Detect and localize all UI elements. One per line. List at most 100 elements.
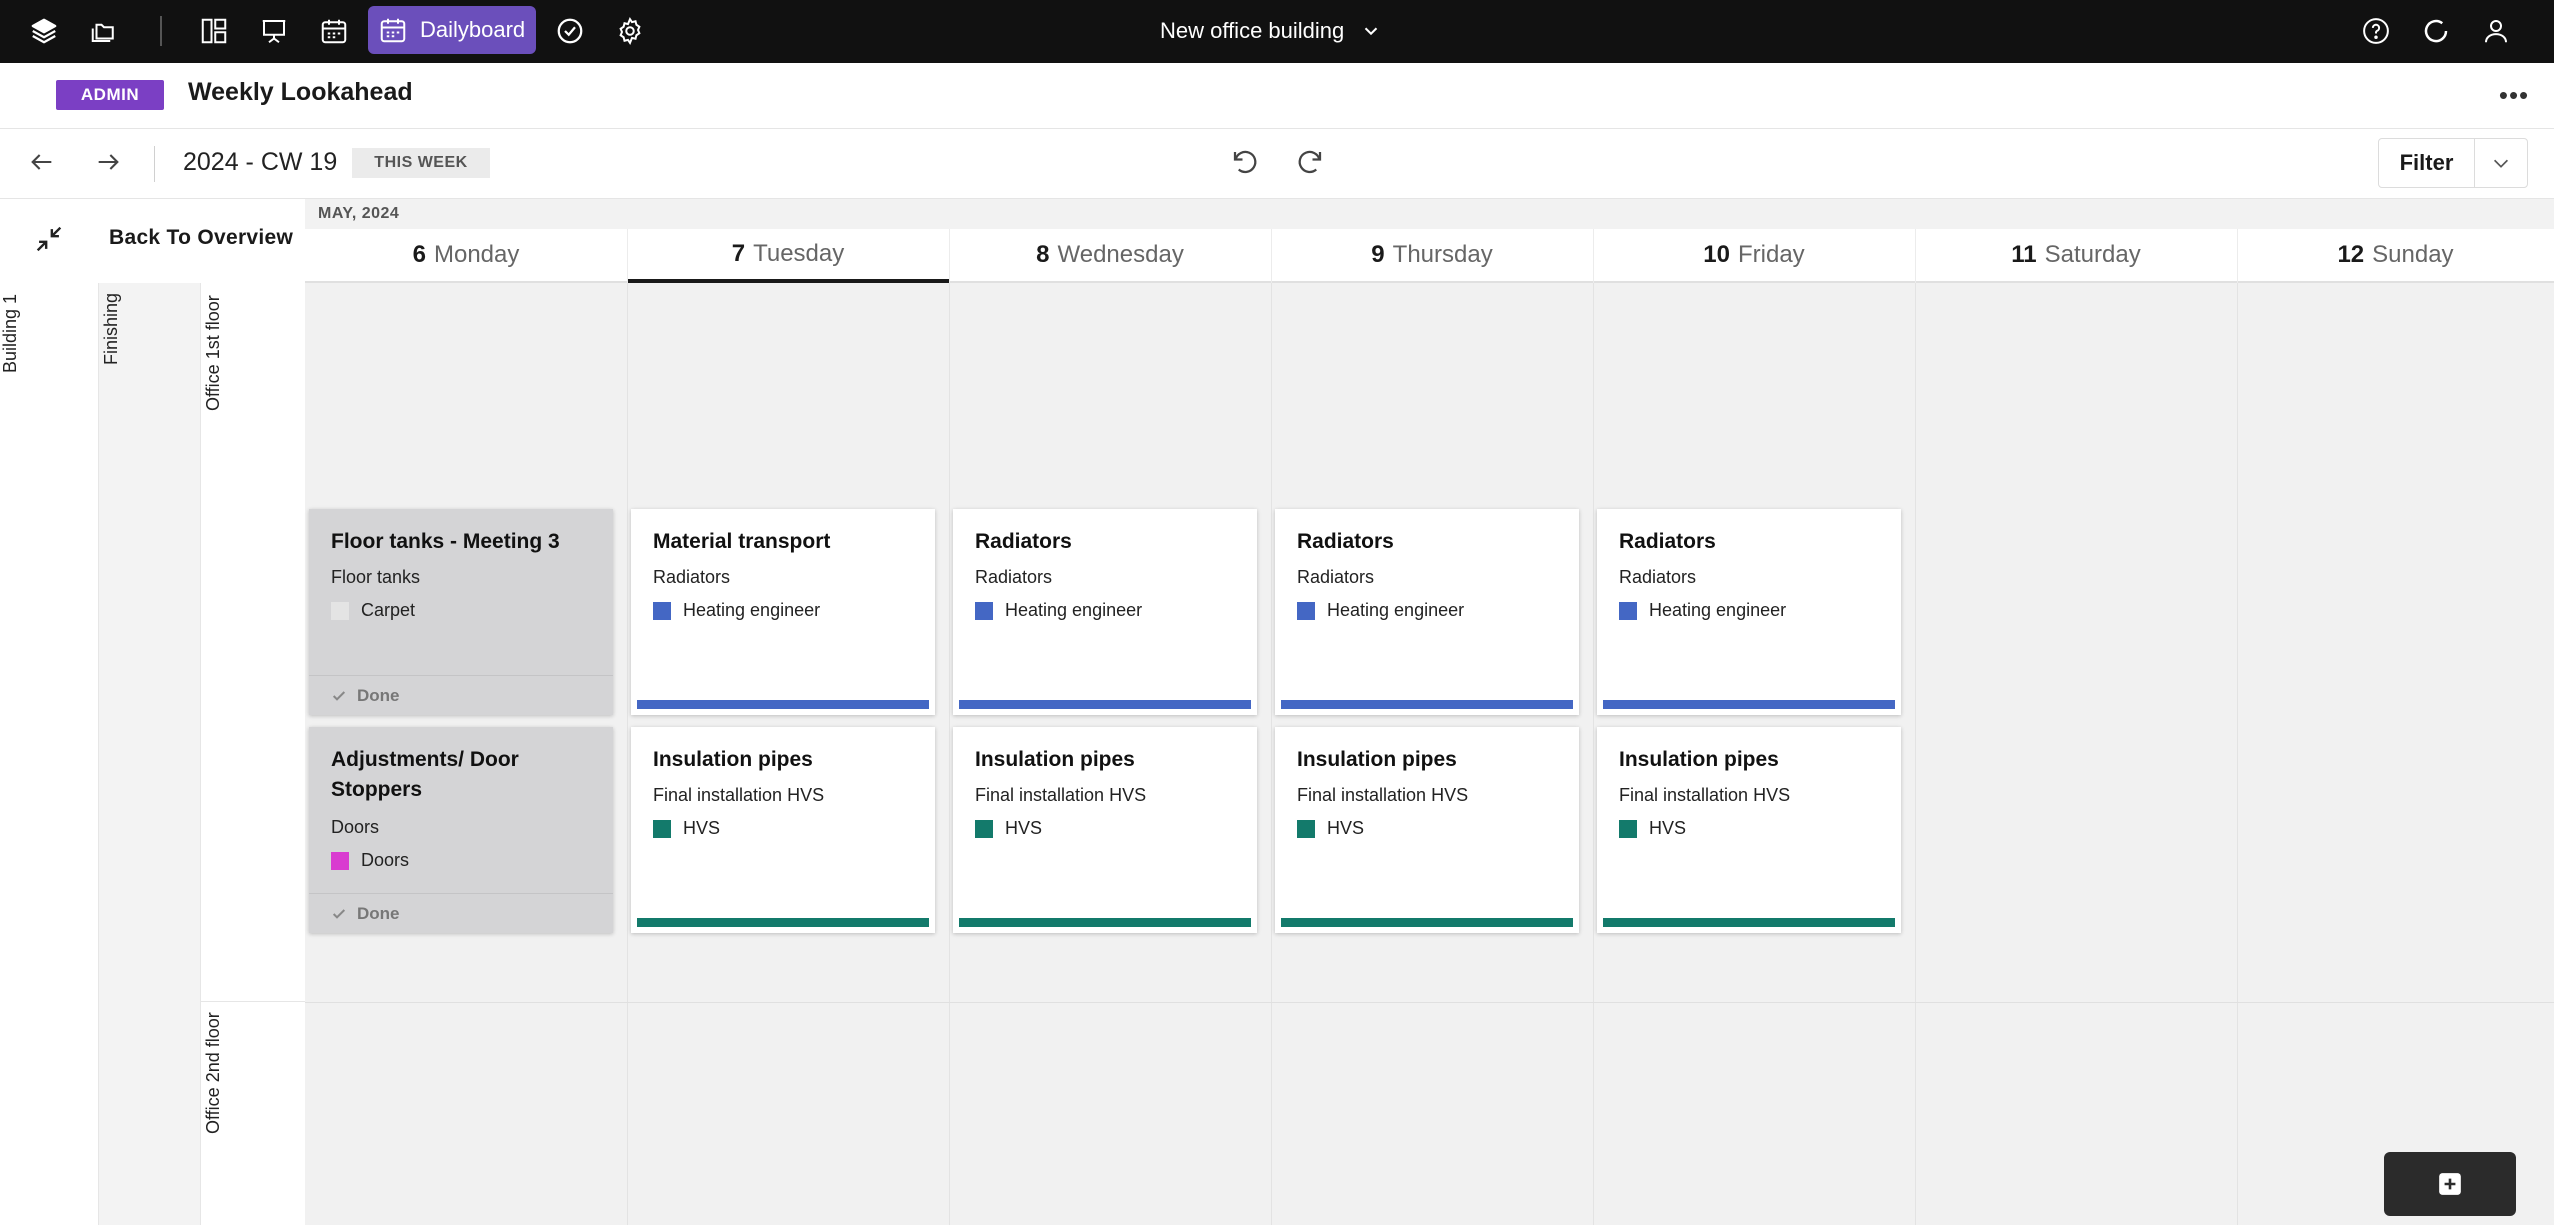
month-strip (305, 199, 2554, 229)
lane-floor-1: Office 1st floor (201, 283, 305, 1002)
trade-label: HVS (1005, 818, 1043, 838)
task-title: Insulation pipes (1297, 748, 1457, 771)
check-icon (332, 908, 346, 919)
task-title: Adjustments/ Door Stoppers (331, 748, 519, 801)
task-activity: Floor tanks (331, 567, 421, 587)
task-card[interactable]: Insulation pipes Final installation HVS HV… (631, 727, 935, 933)
task-activity: Radiators (653, 567, 731, 587)
day-header-thursday[interactable]: 9 Thursday (1271, 229, 1593, 283)
top-navigation-bar: Dailyboard New office building (0, 0, 2554, 63)
collapse-icon[interactable] (32, 222, 66, 256)
task-activity: Final installation HVS (653, 785, 825, 805)
trade-color-bar (959, 700, 1251, 709)
task-card[interactable]: Insulation pipes Final installation HVS HV… (953, 727, 1257, 933)
trade-color-swatch (1297, 601, 1315, 620)
task-card[interactable]: Adjustments/ Door Stoppers Doors Doors Done (309, 727, 613, 933)
filter-control[interactable]: Filter (2378, 138, 2528, 188)
plus-square-icon (2439, 1173, 2461, 1195)
help-icon[interactable] (2358, 13, 2394, 49)
day-name: Wednesday (1057, 241, 1184, 268)
status-label: Done (357, 903, 400, 923)
previous-week-button[interactable] (22, 142, 62, 182)
task-card[interactable]: Floor tanks - Meeting 3 Floor tanks Carpet… (309, 509, 613, 715)
presentation-icon[interactable] (256, 13, 292, 49)
task-card[interactable]: Insulation pipes Final installation HVS HV… (1597, 727, 1901, 933)
task-title: Radiators (1619, 530, 1716, 553)
day-name: Friday (1738, 241, 1805, 268)
task-activity: Radiators (975, 567, 1053, 587)
task-trade: Carpet (331, 600, 415, 621)
task-card[interactable]: Radiators Radiators Heating engineer (1275, 509, 1579, 715)
day-header-sunday[interactable]: 12 Sunday (2237, 229, 2554, 283)
more-options-icon[interactable]: ••• (2496, 80, 2532, 110)
check-icon (332, 690, 346, 701)
next-week-button[interactable] (88, 142, 128, 182)
trade-label: HVS (1649, 818, 1687, 838)
month-label: MAY, 2024 (318, 205, 400, 222)
gear-icon[interactable] (612, 13, 648, 49)
dailyboard-button[interactable]: Dailyboard (368, 6, 536, 54)
day-number: 9 (1371, 241, 1385, 268)
day-column-divider (2237, 283, 2238, 1225)
task-card[interactable]: Radiators Radiators Heating engineer (1597, 509, 1901, 715)
calendar-week-label: 2024 - CW 19 (183, 148, 338, 176)
task-trade: Doors (331, 850, 409, 871)
day-name: Thursday (1392, 241, 1493, 268)
project-name: New office building (1160, 18, 1345, 43)
task-trade: Heating engineer (653, 600, 820, 621)
dailyboard-label: Dailyboard (420, 17, 526, 42)
task-card[interactable]: Radiators Radiators Heating engineer (953, 509, 1257, 715)
trade-label: Heating engineer (1005, 600, 1143, 620)
project-selector[interactable]: New office building (1160, 16, 1382, 46)
trade-color-bar (637, 700, 929, 709)
folders-icon[interactable] (86, 13, 122, 49)
toolbar-divider (154, 146, 155, 182)
trade-color-swatch (653, 601, 671, 620)
redo-button[interactable] (1290, 142, 1330, 182)
filter-dropdown-toggle[interactable] (2475, 139, 2527, 187)
day-number: 12 (2337, 241, 2365, 268)
back-to-overview-link[interactable]: Back To Overview (109, 226, 293, 250)
task-trade: HVS (1297, 818, 1364, 839)
layers-icon[interactable] (26, 13, 62, 49)
day-number: 8 (1036, 241, 1050, 268)
this-week-button[interactable]: THIS WEEK (352, 148, 490, 178)
task-activity: Final installation HVS (1297, 785, 1469, 805)
chevron-down-icon (1365, 27, 1378, 36)
calendar-icon[interactable] (316, 13, 352, 49)
task-card[interactable]: Material transport Radiators Heating engin… (631, 509, 935, 715)
day-column-divider (949, 283, 950, 1225)
page-title: Weekly Lookahead (188, 78, 413, 106)
day-number: 10 (1703, 241, 1730, 268)
trade-color-swatch (1619, 601, 1637, 620)
task-activity: Radiators (1297, 567, 1375, 587)
day-header-divider (2237, 229, 2238, 283)
add-task-button[interactable] (2384, 1152, 2516, 1216)
filter-button[interactable]: Filter (2379, 139, 2475, 187)
task-title: Floor tanks - Meeting 3 (331, 530, 560, 553)
day-header-saturday[interactable]: 11 Saturday (1915, 229, 2237, 283)
task-trade: Heating engineer (1297, 600, 1464, 621)
day-header-monday[interactable]: 6 Monday (305, 229, 627, 283)
undo-button[interactable] (1225, 142, 1265, 182)
phase-label: Finishing (101, 292, 121, 365)
task-title: Insulation pipes (1619, 748, 1779, 771)
day-column-divider (1593, 283, 1594, 1225)
trade-label: HVS (683, 818, 721, 838)
user-icon[interactable] (2478, 13, 2514, 49)
undo-icon (1233, 150, 1257, 174)
dashboard-icon[interactable] (196, 13, 232, 49)
sync-icon[interactable] (2418, 13, 2454, 49)
day-header-tuesday[interactable]: 7 Tuesday (627, 229, 949, 283)
day-header-divider (627, 229, 628, 283)
day-header-friday[interactable]: 10 Friday (1593, 229, 1915, 283)
floor-2-label: Office 2nd floor (203, 1012, 223, 1134)
trade-label: Heating engineer (683, 600, 821, 620)
floor-divider (305, 1002, 2554, 1003)
task-card[interactable]: Insulation pipes Final installation HVS HV… (1275, 727, 1579, 933)
check-circle-icon[interactable] (552, 13, 588, 49)
day-header-wednesday[interactable]: 8 Wednesday (949, 229, 1271, 283)
task-activity: Final installation HVS (975, 785, 1147, 805)
task-trade: HVS (653, 818, 720, 839)
day-header-divider (1593, 229, 1594, 283)
